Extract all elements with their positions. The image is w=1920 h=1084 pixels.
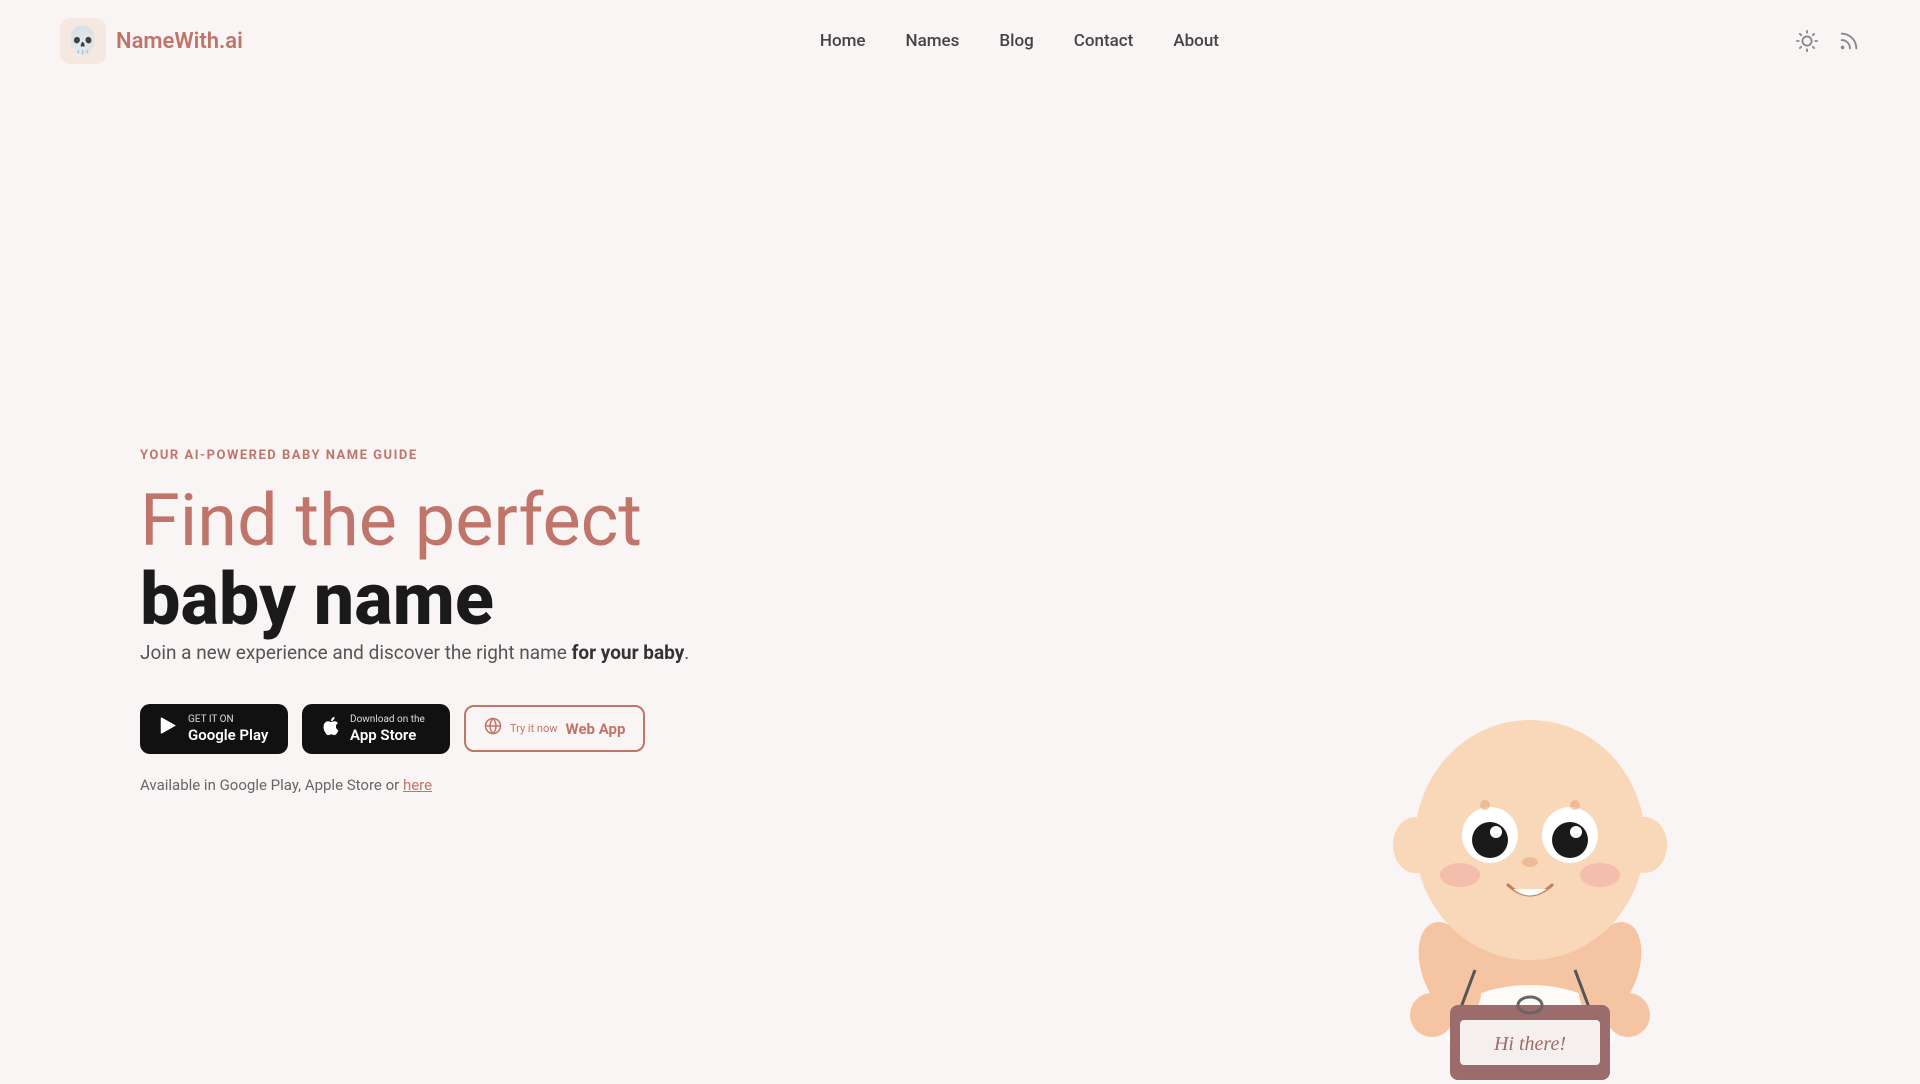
hero-section: YOUR AI-POWERED BABY NAME GUIDE Find the…	[0, 82, 1920, 1080]
google-play-text: GET IT ON Google Play	[188, 714, 268, 744]
hero-subtext: Join a new experience and discover the r…	[140, 639, 689, 668]
webapp-button[interactable]: Try it now Web App	[464, 705, 645, 752]
play-icon	[158, 715, 180, 742]
app-store-button[interactable]: Download on the App Store	[302, 704, 450, 754]
nav-link-home[interactable]: Home	[820, 31, 866, 51]
google-play-button[interactable]: GET IT ON Google Play	[140, 704, 288, 754]
nav-link-about[interactable]: About	[1173, 31, 1219, 51]
hero-badge: YOUR AI-POWERED BABY NAME GUIDE	[140, 448, 689, 463]
svg-text:Hi there!: Hi there!	[1493, 1033, 1566, 1055]
nav-link-blog[interactable]: Blog	[999, 31, 1033, 51]
nav-actions	[1796, 30, 1860, 52]
availability-link[interactable]: here	[403, 776, 432, 794]
navbar: 💀 NameWith.ai Home Names Blog Contact Ab…	[0, 0, 1920, 82]
theme-toggle-button[interactable]	[1796, 30, 1818, 52]
baby-svg: Hi there!	[1320, 580, 1740, 1080]
hero-heading: Find the perfect baby name	[140, 481, 689, 639]
logo[interactable]: 💀 NameWith.ai	[60, 18, 243, 64]
nav-links: Home Names Blog Contact About	[820, 31, 1219, 51]
hero-illustration: Hi there!	[1320, 580, 1740, 1080]
app-store-text: Download on the App Store	[350, 714, 425, 744]
availability-text: Available in Google Play, Apple Store or…	[140, 776, 689, 794]
hero-heading-bold: baby name	[140, 557, 494, 642]
logo-text: NameWith.ai	[116, 29, 243, 54]
logo-icon: 💀	[60, 18, 106, 64]
rss-icon	[1838, 30, 1860, 52]
rss-button[interactable]	[1838, 30, 1860, 52]
webapp-big-label: Web App	[566, 720, 626, 738]
hero-heading-light: Find the perfect	[140, 478, 642, 563]
globe-icon	[484, 717, 502, 740]
apple-icon	[320, 715, 342, 742]
sun-icon	[1796, 30, 1818, 52]
nav-link-contact[interactable]: Contact	[1074, 31, 1134, 51]
hero-content: YOUR AI-POWERED BABY NAME GUIDE Find the…	[140, 448, 689, 794]
cta-buttons: GET IT ON Google Play Download on the Ap…	[140, 704, 689, 754]
webapp-small-label: Try it now	[510, 722, 558, 735]
nav-link-names[interactable]: Names	[906, 31, 960, 51]
